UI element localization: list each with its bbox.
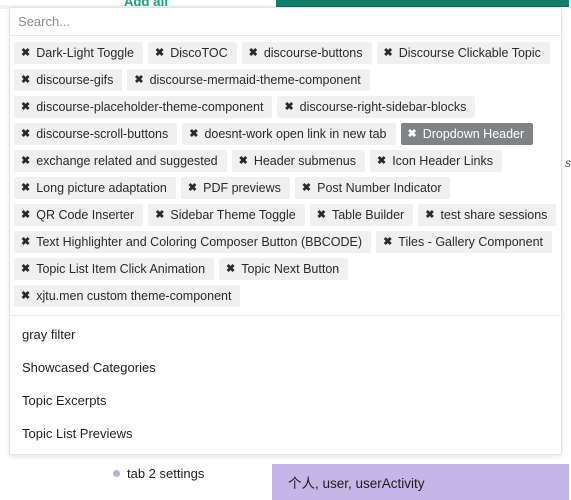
selected-chips-container: ✖ Dark-Light Toggle ✖ DiscoTOC ✖ discourse-bu… bbox=[10, 36, 561, 311]
chip-remove-icon[interactable]: ✖ bbox=[284, 101, 293, 113]
right-edge-cut-text: se bbox=[565, 156, 571, 170]
chip-test-share-sessions[interactable]: ✖ test share sessions bbox=[418, 204, 557, 226]
chip-remove-icon[interactable]: ✖ bbox=[317, 209, 326, 221]
chip-label: Discourse Clickable Topic bbox=[398, 45, 541, 60]
chip-remove-icon[interactable]: ✖ bbox=[21, 290, 30, 302]
chip-label: Dropdown Header bbox=[422, 126, 525, 141]
chip-label: discourse-mermaid-theme-component bbox=[149, 72, 361, 87]
chip-remove-icon[interactable]: ✖ bbox=[302, 182, 311, 194]
chip-dropdown-header[interactable]: ✖ Dropdown Header bbox=[400, 123, 534, 145]
chip-exchange-related-and-suggested[interactable]: ✖ exchange related and suggested bbox=[14, 150, 227, 172]
search-row bbox=[10, 8, 561, 36]
chip-qr-code-inserter[interactable]: ✖ QR Code Inserter bbox=[14, 204, 144, 226]
chip-remove-icon[interactable]: ✖ bbox=[21, 155, 30, 167]
chip-label: DiscoTOC bbox=[170, 45, 228, 60]
chip-remove-icon[interactable]: ✖ bbox=[155, 209, 164, 221]
option-label: gray filter bbox=[22, 327, 76, 342]
chip-remove-icon[interactable]: ✖ bbox=[249, 47, 258, 59]
chip-discourse-scroll-buttons[interactable]: ✖ discourse-scroll-buttons bbox=[14, 123, 178, 145]
chip-sidebar-theme-toggle[interactable]: ✖ Sidebar Theme Toggle bbox=[148, 204, 305, 226]
chip-label: discourse-right-sidebar-blocks bbox=[299, 99, 467, 114]
chip-label: Table Builder bbox=[331, 207, 405, 222]
chip-label: xjtu.men custom theme-component bbox=[36, 288, 232, 303]
chip-remove-icon[interactable]: ✖ bbox=[384, 47, 393, 59]
chip-remove-icon[interactable]: ✖ bbox=[21, 101, 30, 113]
chip-remove-icon[interactable]: ✖ bbox=[21, 209, 30, 221]
chip-label: Tiles - Gallery Component bbox=[398, 234, 544, 249]
chip-long-picture-adaptation[interactable]: ✖ Long picture adaptation bbox=[14, 177, 176, 199]
chip-remove-icon[interactable]: ✖ bbox=[408, 128, 417, 140]
search-input[interactable] bbox=[18, 14, 561, 29]
tab-2-settings-label: tab 2 settings bbox=[127, 466, 205, 481]
chip-pdf-previews[interactable]: ✖ PDF previews bbox=[180, 177, 290, 199]
chip-label: discourse-buttons bbox=[263, 45, 363, 60]
option-label: Topic List Previews bbox=[22, 426, 133, 441]
chip-remove-icon[interactable]: ✖ bbox=[21, 47, 30, 59]
purple-highlight-box: 个人, user, userActivity bbox=[272, 464, 569, 500]
chip-dark-light-toggle[interactable]: ✖ Dark-Light Toggle bbox=[14, 42, 143, 64]
option-label: Topic Excerpts bbox=[22, 393, 107, 408]
chip-discourse-clickable-topic[interactable]: ✖ Discourse Clickable Topic bbox=[376, 42, 550, 64]
chip-label: exchange related and suggested bbox=[36, 153, 218, 168]
chip-remove-icon[interactable]: ✖ bbox=[21, 263, 30, 275]
chip-discotoc[interactable]: ✖ DiscoTOC bbox=[147, 42, 237, 64]
chip-remove-icon[interactable]: ✖ bbox=[425, 209, 434, 221]
top-teal-bar bbox=[276, 0, 569, 7]
chip-remove-icon[interactable]: ✖ bbox=[21, 128, 30, 140]
chip-doesnt-work-open-link-in-new-tab[interactable]: ✖ doesnt-work open link in new tab bbox=[182, 123, 396, 145]
purple-box-text: 个人, user, userActivity bbox=[288, 476, 425, 491]
option-item[interactable]: Showcased Categories bbox=[10, 351, 561, 384]
chip-remove-icon[interactable]: ✖ bbox=[21, 236, 30, 248]
option-item[interactable]: Topic List Previews bbox=[10, 417, 561, 450]
chip-remove-icon[interactable]: ✖ bbox=[189, 128, 198, 140]
chip-remove-icon[interactable]: ✖ bbox=[155, 47, 164, 59]
chip-label: Long picture adaptation bbox=[36, 180, 167, 195]
chip-topic-list-item-click-animation[interactable]: ✖ Topic List Item Click Animation bbox=[14, 258, 215, 280]
multi-select-dropdown-panel: ✖ Dark-Light Toggle ✖ DiscoTOC ✖ discourse-bu… bbox=[9, 7, 562, 455]
chip-remove-icon[interactable]: ✖ bbox=[383, 236, 392, 248]
option-item[interactable]: gray filter bbox=[10, 318, 561, 351]
chip-remove-icon[interactable]: ✖ bbox=[21, 182, 30, 194]
chip-label: Topic List Item Click Animation bbox=[36, 261, 206, 276]
chip-label: test share sessions bbox=[440, 207, 548, 222]
chip-discourse-gifs[interactable]: ✖ discourse-gifs bbox=[14, 69, 123, 91]
chip-discourse-placeholder-theme-component[interactable]: ✖ discourse-placeholder-theme-component bbox=[14, 96, 273, 118]
chip-label: Sidebar Theme Toggle bbox=[170, 207, 296, 222]
chip-remove-icon[interactable]: ✖ bbox=[377, 155, 386, 167]
chip-label: Topic Next Button bbox=[241, 261, 340, 276]
chip-label: doesnt-work open link in new tab bbox=[204, 126, 387, 141]
tab-2-settings-item[interactable]: tab 2 settings bbox=[113, 466, 204, 481]
chip-icon-header-links[interactable]: ✖ Icon Header Links bbox=[369, 150, 502, 172]
chip-discourse-mermaid-theme-component[interactable]: ✖ discourse-mermaid-theme-component bbox=[127, 69, 370, 91]
chip-remove-icon[interactable]: ✖ bbox=[226, 263, 235, 275]
chip-label: QR Code Inserter bbox=[36, 207, 135, 222]
chip-label: discourse-placeholder-theme-component bbox=[36, 99, 264, 114]
chip-label: discourse-gifs bbox=[36, 72, 114, 87]
chip-table-builder[interactable]: ✖ Table Builder bbox=[309, 204, 414, 226]
chip-label: Icon Header Links bbox=[392, 153, 493, 168]
chip-header-submenus[interactable]: ✖ Header submenus bbox=[231, 150, 365, 172]
chip-remove-icon[interactable]: ✖ bbox=[21, 74, 30, 86]
chip-remove-icon[interactable]: ✖ bbox=[239, 155, 248, 167]
chip-label: PDF previews bbox=[203, 180, 281, 195]
chip-post-number-indicator[interactable]: ✖ Post Number Indicator bbox=[294, 177, 451, 199]
chip-tiles-gallery-component[interactable]: ✖ Tiles - Gallery Component bbox=[376, 231, 553, 253]
chip-remove-icon[interactable]: ✖ bbox=[134, 74, 143, 86]
option-item[interactable]: Topic Excerpts bbox=[10, 384, 561, 417]
chip-label: Post Number Indicator bbox=[317, 180, 442, 195]
chip-remove-icon[interactable]: ✖ bbox=[188, 182, 197, 194]
chip-discourse-right-sidebar-blocks[interactable]: ✖ discourse-right-sidebar-blocks bbox=[277, 96, 476, 118]
option-list: gray filter Showcased Categories Topic Exc… bbox=[10, 315, 561, 450]
chip-label: Dark-Light Toggle bbox=[36, 45, 134, 60]
chip-topic-next-button[interactable]: ✖ Topic Next Button bbox=[219, 258, 349, 280]
chip-text-highlighter-and-coloring-composer-button-bbcode[interactable]: ✖ Text Highlighter and Coloring Composer … bbox=[14, 231, 372, 253]
option-label: Showcased Categories bbox=[22, 360, 156, 375]
chip-label: Text Highlighter and Coloring Composer B… bbox=[36, 234, 363, 249]
chip-discourse-buttons[interactable]: ✖ discourse-buttons bbox=[241, 42, 372, 64]
chip-xjtu-men-custom-theme-component[interactable]: ✖ xjtu.men custom theme-component bbox=[14, 285, 241, 307]
chip-label: Header submenus bbox=[253, 153, 356, 168]
bullet-dot-icon bbox=[113, 470, 120, 477]
chip-label: discourse-scroll-buttons bbox=[36, 126, 169, 141]
